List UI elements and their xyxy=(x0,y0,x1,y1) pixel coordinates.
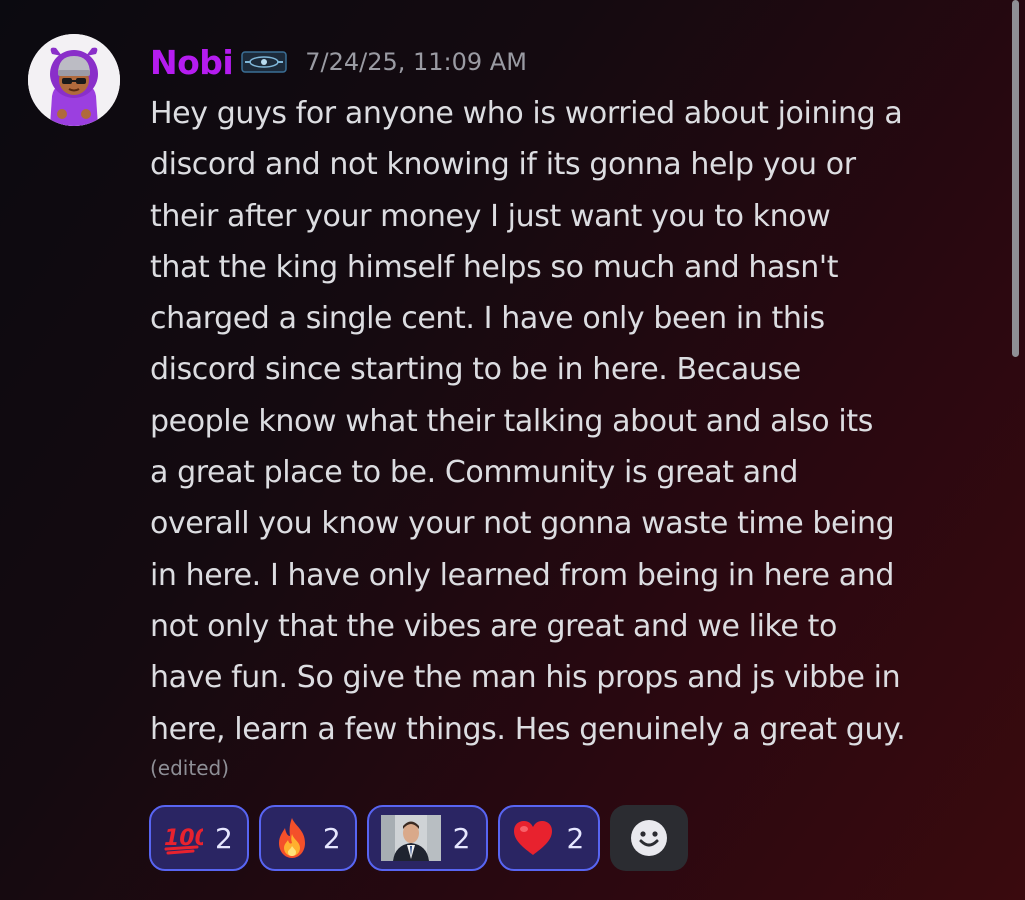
message-line: discord and not knowing if its gonna hel… xyxy=(150,147,856,183)
message-line: here, learn a few things. Hes genuinely … xyxy=(150,711,906,747)
message-line: overall you know your not gonna waste ti… xyxy=(150,506,895,542)
user-avatar[interactable] xyxy=(28,34,120,126)
message-line: in here. I have only learned from being … xyxy=(150,557,894,593)
message-line: charged a single cent. I have only been … xyxy=(150,301,825,337)
hundred-points-icon: 100 xyxy=(164,826,203,855)
red-heart-icon xyxy=(514,821,553,855)
message-line: that the king himself helps so much and … xyxy=(150,249,839,285)
smiley-add-reaction-icon xyxy=(631,820,668,856)
reaction-custom[interactable]: 2 xyxy=(366,805,489,871)
reaction-count: 2 xyxy=(566,821,585,855)
scrollbar-thumb[interactable] xyxy=(1012,0,1019,357)
add-reaction-button[interactable] xyxy=(610,805,689,871)
message-timestamp[interactable]: 7/24/25, 11:09 AM xyxy=(305,48,527,76)
message-content: Hey guys for anyone who is worried about… xyxy=(150,88,1005,755)
chat-message: Nobi 7/24/25, 11:09 AM Hey guys for anyo… xyxy=(0,0,1025,900)
message-line: people know what their talking about and… xyxy=(150,403,873,439)
reaction-count: 2 xyxy=(452,821,471,855)
custom-man-in-suit-icon xyxy=(380,815,441,861)
reaction-hundred[interactable]: 100 2 xyxy=(149,805,249,871)
reaction-heart[interactable]: 2 xyxy=(498,805,601,871)
avatar-character-icon xyxy=(28,34,120,126)
fire-icon xyxy=(278,818,305,858)
reaction-fire[interactable]: 2 xyxy=(258,805,357,871)
reaction-count: 2 xyxy=(215,821,233,855)
message-header: Nobi 7/24/25, 11:09 AM xyxy=(150,40,527,84)
edited-label: (edited) xyxy=(150,756,230,780)
message-line: have fun. So give the man his props and … xyxy=(150,660,901,696)
message-line: Hey guys for anyone who is worried about… xyxy=(150,96,903,131)
reaction-count: 2 xyxy=(322,821,341,855)
message-line: not only that the vibes are great and we… xyxy=(150,608,837,644)
message-line: a great place to be. Community is great … xyxy=(150,455,799,491)
reactions-bar: 100 2 2 xyxy=(149,805,689,871)
role-badge-icon[interactable] xyxy=(241,49,287,75)
username[interactable]: Nobi xyxy=(150,43,234,82)
message-line: their after your money I just want you t… xyxy=(150,198,831,234)
message-line: discord since starting to be in here. Be… xyxy=(150,352,801,388)
